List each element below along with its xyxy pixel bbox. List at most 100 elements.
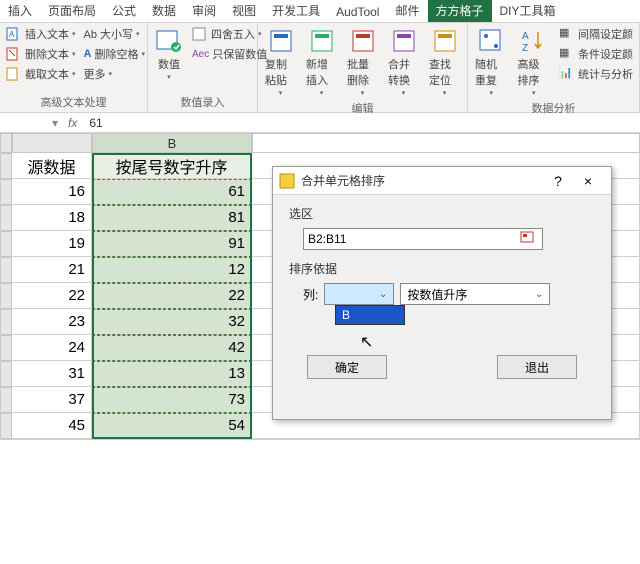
- interval-color-button[interactable]: ▦间隔设定颜: [557, 25, 635, 43]
- g3-icon-1: [308, 27, 336, 55]
- dialog-icon: [279, 173, 295, 189]
- row-header-6[interactable]: [0, 283, 12, 309]
- g3-btn-2[interactable]: 批量删除▾: [344, 25, 381, 99]
- col-header-rest[interactable]: [252, 133, 640, 153]
- number-icon: [155, 27, 183, 55]
- row-header-10[interactable]: [0, 387, 12, 413]
- tab-3[interactable]: 数据: [144, 0, 184, 22]
- number-button[interactable]: 数值▾: [152, 25, 186, 83]
- delete-text-icon: [6, 46, 22, 62]
- g3-btn-3[interactable]: 合并转换▾: [385, 25, 422, 99]
- group-label-numeric: 数值录入: [152, 93, 253, 111]
- chevron-down-icon: ▾: [72, 30, 76, 38]
- cond-icon: ▦: [559, 46, 575, 62]
- delete-text-button[interactable]: 删除文本▾: [4, 45, 78, 63]
- cell-a10[interactable]: 37: [12, 387, 92, 413]
- tab-6[interactable]: 开发工具: [264, 0, 328, 22]
- cell-b9[interactable]: 13: [92, 361, 252, 387]
- cond-color-button[interactable]: ▦条件设定颜: [557, 45, 635, 63]
- cell-b4[interactable]: 91: [92, 231, 252, 257]
- row-header-2[interactable]: [0, 179, 12, 205]
- sort-icon: AZ: [520, 27, 548, 55]
- tab-2[interactable]: 公式: [104, 0, 144, 22]
- insert-text-button[interactable]: A插入文本▾: [4, 25, 78, 43]
- cell-b11[interactable]: 54: [92, 413, 252, 439]
- column-dropdown[interactable]: ⌄: [324, 283, 394, 305]
- cell-b7[interactable]: 32: [92, 309, 252, 335]
- col-header-b[interactable]: B: [92, 133, 252, 153]
- range-picker-icon[interactable]: [520, 231, 538, 247]
- cell-a3[interactable]: 18: [12, 205, 92, 231]
- tab-0[interactable]: 插入: [0, 0, 40, 22]
- cell-a5[interactable]: 21: [12, 257, 92, 283]
- g3-btn-4[interactable]: 查找定位▾: [426, 25, 463, 99]
- ok-button[interactable]: 确定: [307, 355, 387, 379]
- name-box-dropdown[interactable]: ▾: [48, 116, 62, 130]
- cell-a6[interactable]: 22: [12, 283, 92, 309]
- tab-9[interactable]: 方方格子: [428, 0, 492, 22]
- select-all-corner[interactable]: [0, 133, 12, 153]
- cell-b6[interactable]: 22: [92, 283, 252, 309]
- g3-btn-1[interactable]: 新增插入▾: [303, 25, 340, 99]
- stats-button[interactable]: 📊统计与分析: [557, 65, 635, 83]
- dialog-help-button[interactable]: ?: [545, 173, 571, 189]
- tab-1[interactable]: 页面布局: [40, 0, 104, 22]
- dropdown-option-b[interactable]: B: [336, 306, 404, 324]
- chevron-down-icon: ▾: [72, 70, 76, 78]
- range-input[interactable]: [308, 232, 520, 246]
- g3-icon-2: [349, 27, 377, 55]
- dialog-titlebar[interactable]: 合并单元格排序 ? ×: [273, 167, 611, 195]
- row-header-5[interactable]: [0, 257, 12, 283]
- g3-btn-0[interactable]: 复制粘贴▾: [262, 25, 299, 99]
- chevron-down-icon: ⌄: [531, 289, 547, 300]
- svg-text:Z: Z: [522, 43, 528, 54]
- sortby-section-label: 排序依据: [289, 260, 595, 277]
- cell-b8[interactable]: 42: [92, 335, 252, 361]
- advanced-sort-button[interactable]: AZ高级排序▾: [515, 25, 554, 99]
- random-duplicate-button[interactable]: 随机重复▾: [472, 25, 511, 99]
- cell-b2[interactable]: 61: [92, 179, 252, 205]
- cell-a11[interactable]: 45: [12, 413, 92, 439]
- tab-4[interactable]: 审阅: [184, 0, 224, 22]
- cell-b5[interactable]: 12: [92, 257, 252, 283]
- row-header-3[interactable]: [0, 205, 12, 231]
- tab-5[interactable]: 视图: [224, 0, 264, 22]
- cell-b10[interactable]: 73: [92, 387, 252, 413]
- sort-type-dropdown[interactable]: 按数值升序 ⌄: [400, 283, 550, 305]
- cell-a9[interactable]: 31: [12, 361, 92, 387]
- row-header-11[interactable]: [0, 413, 12, 439]
- tab-8[interactable]: 邮件: [387, 0, 427, 22]
- more-button[interactable]: 更多▾: [82, 65, 147, 83]
- row-header-4[interactable]: [0, 231, 12, 257]
- cancel-button[interactable]: 退出: [497, 355, 577, 379]
- formula-value[interactable]: 61: [83, 116, 108, 130]
- stats-icon: 📊: [559, 66, 575, 82]
- cell-b3[interactable]: 81: [92, 205, 252, 231]
- row-header-8[interactable]: [0, 335, 12, 361]
- insert-text-icon: A: [6, 26, 22, 42]
- cell-a8[interactable]: 24: [12, 335, 92, 361]
- dialog-close-button[interactable]: ×: [571, 173, 605, 189]
- round-icon: [192, 26, 208, 42]
- cut-text-icon: [6, 66, 22, 82]
- row-header-7[interactable]: [0, 309, 12, 335]
- ribbon-tabs: 插入页面布局公式数据审阅视图开发工具AudTool邮件方方格子DIY工具箱: [0, 0, 640, 23]
- tab-10[interactable]: DIY工具箱: [492, 0, 564, 22]
- row-header-9[interactable]: [0, 361, 12, 387]
- fx-label[interactable]: fx: [62, 116, 83, 130]
- group-label-analysis: 数据分析: [472, 99, 635, 117]
- chevron-down-icon: ▾: [72, 50, 76, 58]
- g3-icon-3: [390, 27, 418, 55]
- trim-spaces-button[interactable]: A删除空格▾: [82, 45, 147, 63]
- row-header-1[interactable]: [0, 153, 12, 179]
- tab-7[interactable]: AudTool: [328, 2, 387, 22]
- cell-b1[interactable]: 按尾号数字升序: [92, 153, 252, 179]
- cut-text-button[interactable]: 截取文本▾: [4, 65, 78, 83]
- cell-a7[interactable]: 23: [12, 309, 92, 335]
- empty-rows[interactable]: [0, 439, 640, 539]
- cell-a4[interactable]: 19: [12, 231, 92, 257]
- cell-a2[interactable]: 16: [12, 179, 92, 205]
- cell-a1[interactable]: 源数据: [12, 153, 92, 179]
- col-header-a[interactable]: [12, 133, 92, 153]
- case-button[interactable]: Ab 大小写▾: [82, 25, 147, 43]
